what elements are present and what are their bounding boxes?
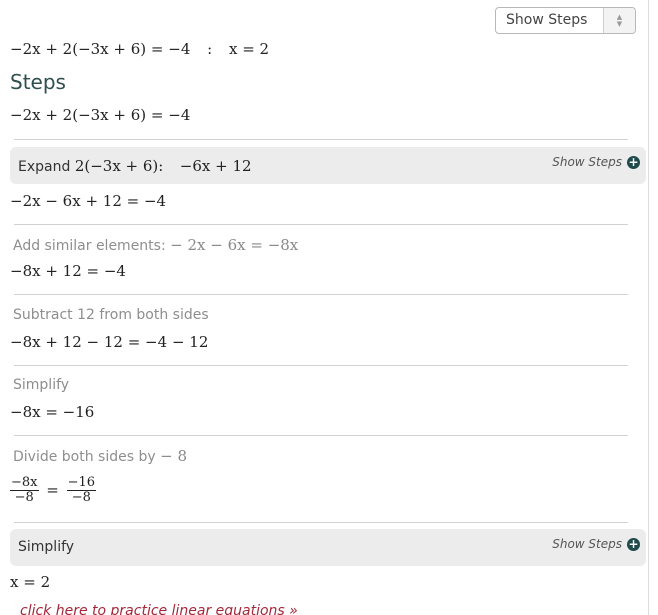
step-label: Divide both sides by − 8 xyxy=(13,447,188,465)
practice-link[interactable]: click here to practice linear equations … xyxy=(20,603,298,615)
show-steps-button[interactable]: Show Steps + xyxy=(552,155,640,169)
final-solution: x = 2 xyxy=(10,573,51,591)
step-equation: −8x = −16 xyxy=(10,403,95,421)
arrow-down-icon: ▼ xyxy=(616,19,623,28)
original-equation: −2x + 2(−3x + 6) = −4 xyxy=(10,106,191,124)
fraction-right: −16 −8 xyxy=(66,475,97,505)
step-equation: −8x + 12 = −4 xyxy=(10,262,126,280)
divider xyxy=(14,365,628,366)
select-arrows-icon[interactable]: ▲ ▼ xyxy=(603,8,635,33)
step-expand-box: Expand 2(−3x + 6): −6x + 12 Show Steps + xyxy=(10,147,646,184)
divider xyxy=(14,139,628,140)
step-fraction-equation: −8x −8 = −16 −8 xyxy=(10,475,97,505)
select-label: Show Steps xyxy=(506,12,588,28)
answer-solution: x = 2 xyxy=(228,40,270,58)
step-simplify-box: Simplify Show Steps + xyxy=(10,529,646,566)
step-equation: −8x + 12 − 12 = −4 − 12 xyxy=(10,333,209,351)
step-simplify-label: Simplify xyxy=(18,539,75,555)
divider xyxy=(14,294,628,295)
step-expand-label: Expand 2(−3x + 6): −6x + 12 xyxy=(18,157,252,175)
panel-border xyxy=(648,0,649,615)
divider xyxy=(14,435,628,436)
divider xyxy=(14,522,628,523)
answer-separator: : xyxy=(207,40,213,58)
step-label: Subtract 12 from both sides xyxy=(13,307,209,323)
step-label: Simplify xyxy=(13,377,70,393)
step-equation: −2x − 6x + 12 = −4 xyxy=(10,192,167,210)
problem-equation: −2x + 2(−3x + 6) = −4 xyxy=(10,40,191,58)
plus-circle-icon: + xyxy=(627,154,640,169)
answer-line: −2x + 2(−3x + 6) = −4 : x = 2 xyxy=(10,40,269,58)
step-label: Add similar elements: − 2x − 6x = −8x xyxy=(13,236,299,254)
divider xyxy=(14,224,628,225)
plus-circle-icon: + xyxy=(627,536,640,551)
show-steps-select[interactable]: Show Steps ▲ ▼ xyxy=(495,7,636,34)
show-steps-button[interactable]: Show Steps + xyxy=(552,537,640,551)
fraction-left: −8x −8 xyxy=(10,475,39,505)
steps-heading: Steps xyxy=(10,70,66,94)
